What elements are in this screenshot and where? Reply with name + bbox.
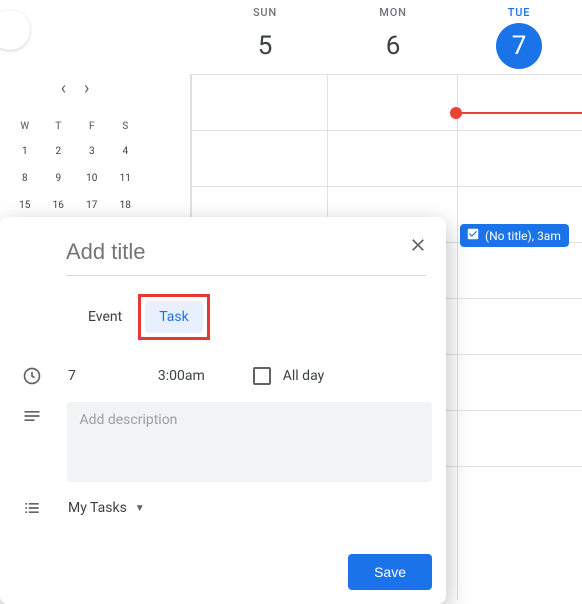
tab-task[interactable]: Task bbox=[145, 301, 203, 333]
mini-date[interactable]: 4 bbox=[109, 138, 143, 165]
mini-date[interactable]: 11 bbox=[109, 165, 143, 192]
mini-date[interactable]: 3 bbox=[75, 138, 109, 165]
now-indicator-dot bbox=[450, 107, 462, 119]
task-list-select[interactable]: My Tasks ▼ bbox=[68, 500, 145, 516]
mini-date[interactable]: 9 bbox=[42, 165, 76, 192]
task-check-icon bbox=[466, 227, 480, 244]
title-input[interactable] bbox=[66, 235, 426, 276]
day-number[interactable]: 7 bbox=[496, 23, 542, 69]
mini-header: W bbox=[8, 115, 42, 138]
mini-header: T bbox=[42, 115, 76, 138]
clock-icon bbox=[14, 366, 50, 386]
mini-calendar: ‹ › W T F S 1 2 3 4 8 9 10 11 15 16 17 1… bbox=[0, 74, 150, 219]
all-day-checkbox[interactable] bbox=[253, 367, 271, 385]
day-number[interactable]: 5 bbox=[242, 23, 288, 69]
list-icon bbox=[14, 498, 50, 518]
day-number[interactable]: 6 bbox=[370, 23, 416, 69]
all-day-label: All day bbox=[283, 368, 324, 384]
mini-date[interactable]: 1 bbox=[8, 138, 42, 165]
mini-header: F bbox=[75, 115, 109, 138]
day-header-sun[interactable]: SUN 5 bbox=[242, 6, 288, 69]
quick-create-modal: Event Task 7 3:00am All day Add descript… bbox=[0, 217, 446, 604]
date-field[interactable]: 7 bbox=[68, 368, 76, 384]
mini-date[interactable]: 18 bbox=[109, 192, 143, 219]
now-indicator-line bbox=[455, 112, 582, 114]
day-of-week-label: SUN bbox=[253, 6, 277, 19]
day-header-mon[interactable]: MON 6 bbox=[370, 6, 416, 69]
task-list-label: My Tasks bbox=[68, 500, 127, 516]
day-of-week-label: MON bbox=[379, 6, 406, 19]
mini-date[interactable]: 8 bbox=[8, 165, 42, 192]
dropdown-caret-icon: ▼ bbox=[135, 503, 145, 514]
next-month-icon[interactable]: › bbox=[80, 74, 93, 103]
day-of-week-label: TUE bbox=[508, 6, 531, 19]
tab-event[interactable]: Event bbox=[74, 301, 136, 333]
day-header-tue[interactable]: TUE 7 bbox=[496, 6, 542, 69]
time-field[interactable]: 3:00am bbox=[158, 368, 205, 384]
create-button[interactable] bbox=[0, 10, 30, 50]
description-input[interactable]: Add description bbox=[67, 402, 432, 482]
mini-date[interactable]: 17 bbox=[75, 192, 109, 219]
mini-date[interactable]: 2 bbox=[42, 138, 76, 165]
tab-task-highlight: Task bbox=[138, 294, 210, 340]
save-button[interactable]: Save bbox=[348, 554, 432, 590]
mini-date[interactable]: 15 bbox=[8, 192, 42, 219]
prev-month-icon[interactable]: ‹ bbox=[57, 74, 70, 103]
close-button[interactable] bbox=[404, 231, 432, 259]
mini-header: S bbox=[109, 115, 143, 138]
mini-date[interactable]: 10 bbox=[75, 165, 109, 192]
description-icon bbox=[14, 406, 49, 426]
task-event-chip[interactable]: (No title), 3am bbox=[460, 224, 569, 247]
event-chip-text: (No title), 3am bbox=[485, 229, 561, 243]
mini-date[interactable]: 16 bbox=[42, 192, 76, 219]
